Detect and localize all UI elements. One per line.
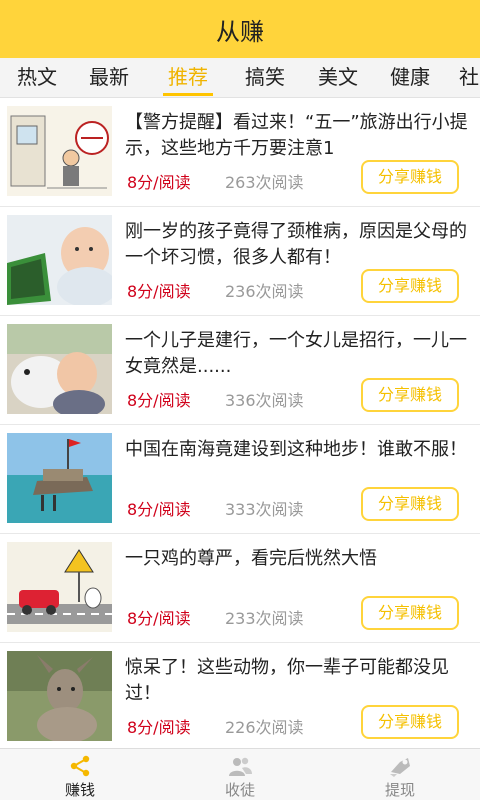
article-read-count: 236次阅读 <box>225 282 304 301</box>
sea-island-icon <box>7 433 112 523</box>
article-read-count: 233次阅读 <box>225 609 304 628</box>
article-price: 8分/阅读 <box>127 391 191 410</box>
article-list: 【警方提醒】看过来！“五一”旅游出行小提示，这些地方千万要注意1 8分/阅读 2… <box>0 98 480 752</box>
share-earn-button[interactable]: 分享赚钱 <box>361 596 459 630</box>
category-tabs: 热文 最新 推荐 搞笑 美文 健康 社 <box>0 58 480 98</box>
withdraw-icon <box>390 758 410 777</box>
app-title: 从赚 <box>216 17 264 46</box>
deer-animal-icon <box>7 651 112 741</box>
nav-withdraw[interactable]: 提现 <box>320 749 480 800</box>
list-item[interactable]: 中国在南海竟建设到这种地步！谁敢不服！ 8分/阅读 333次阅读 分享赚钱 <box>0 425 480 534</box>
baby-tablet-icon <box>7 215 112 305</box>
article-price: 8分/阅读 <box>127 609 191 628</box>
article-price: 8分/阅读 <box>127 173 191 192</box>
article-price: 8分/阅读 <box>127 282 191 301</box>
article-read-count: 333次阅读 <box>225 500 304 519</box>
article-read-count: 336次阅读 <box>225 391 304 410</box>
tab-funny[interactable]: 搞笑 <box>242 58 288 97</box>
tab-society[interactable]: 社 <box>459 58 480 97</box>
nav-label: 赚钱 <box>64 781 95 799</box>
article-title: 刚一岁的孩子竟得了颈椎病，原因是父母的一个坏习惯，很多人都有！ <box>125 221 467 268</box>
chicken-cartoon-icon <box>7 542 112 632</box>
list-item[interactable]: 刚一岁的孩子竟得了颈椎病，原因是父母的一个坏习惯，很多人都有！ 8分/阅读 23… <box>0 207 480 316</box>
share-icon <box>70 755 90 777</box>
share-earn-button[interactable]: 分享赚钱 <box>361 378 459 412</box>
article-title: 惊呆了！这些动物，你一辈子可能都没见过！ <box>125 657 449 704</box>
article-title: 一个儿子是建行，一个女儿是招行，一儿一女竟然是...... <box>125 330 467 377</box>
list-item[interactable]: 【警方提醒】看过来！“五一”旅游出行小提示，这些地方千万要注意1 8分/阅读 2… <box>0 98 480 207</box>
article-read-count: 263次阅读 <box>225 173 304 192</box>
nav-apprentice[interactable]: 收徒 <box>160 749 320 800</box>
share-earn-button[interactable]: 分享赚钱 <box>361 160 459 194</box>
list-item[interactable]: 一只鸡的尊严，看完后恍然大悟 8分/阅读 233次阅读 分享赚钱 <box>0 534 480 643</box>
tab-latest[interactable]: 最新 <box>86 58 132 97</box>
cartoon-police-icon <box>7 106 112 196</box>
tab-essay[interactable]: 美文 <box>315 58 361 97</box>
baby-dog-icon <box>7 324 112 414</box>
list-item[interactable]: 一个儿子是建行，一个女儿是招行，一儿一女竟然是...... 8分/阅读 336次… <box>0 316 480 425</box>
tab-recommend[interactable]: 推荐 <box>163 58 213 97</box>
share-earn-button[interactable]: 分享赚钱 <box>361 269 459 303</box>
tab-hot[interactable]: 热文 <box>14 58 60 97</box>
article-price: 8分/阅读 <box>127 500 191 519</box>
nav-earn[interactable]: 赚钱 <box>0 749 160 800</box>
app-header: 从赚 <box>0 0 480 58</box>
article-read-count: 226次阅读 <box>225 718 304 737</box>
article-title: 一只鸡的尊严，看完后恍然大悟 <box>125 548 377 569</box>
users-icon <box>229 757 252 776</box>
article-price: 8分/阅读 <box>127 718 191 737</box>
app-root: 从赚 热文 最新 推荐 搞笑 美文 健康 社 【警方提醒】看过来！“五一”旅游出… <box>0 0 480 800</box>
share-earn-button[interactable]: 分享赚钱 <box>361 705 459 739</box>
nav-label: 提现 <box>384 781 415 799</box>
nav-label: 收徒 <box>224 781 255 799</box>
tab-health[interactable]: 健康 <box>387 58 433 97</box>
bottom-navigation: 赚钱 收徒 提现 <box>0 748 480 800</box>
list-item[interactable]: 惊呆了！这些动物，你一辈子可能都没见过！ 8分/阅读 226次阅读 分享赚钱 <box>0 643 480 752</box>
article-title: 中国在南海竟建设到这种地步！谁敢不服！ <box>125 439 467 460</box>
share-earn-button[interactable]: 分享赚钱 <box>361 487 459 521</box>
article-title: 【警方提醒】看过来！“五一”旅游出行小提示，这些地方千万要注意1 <box>125 112 468 159</box>
